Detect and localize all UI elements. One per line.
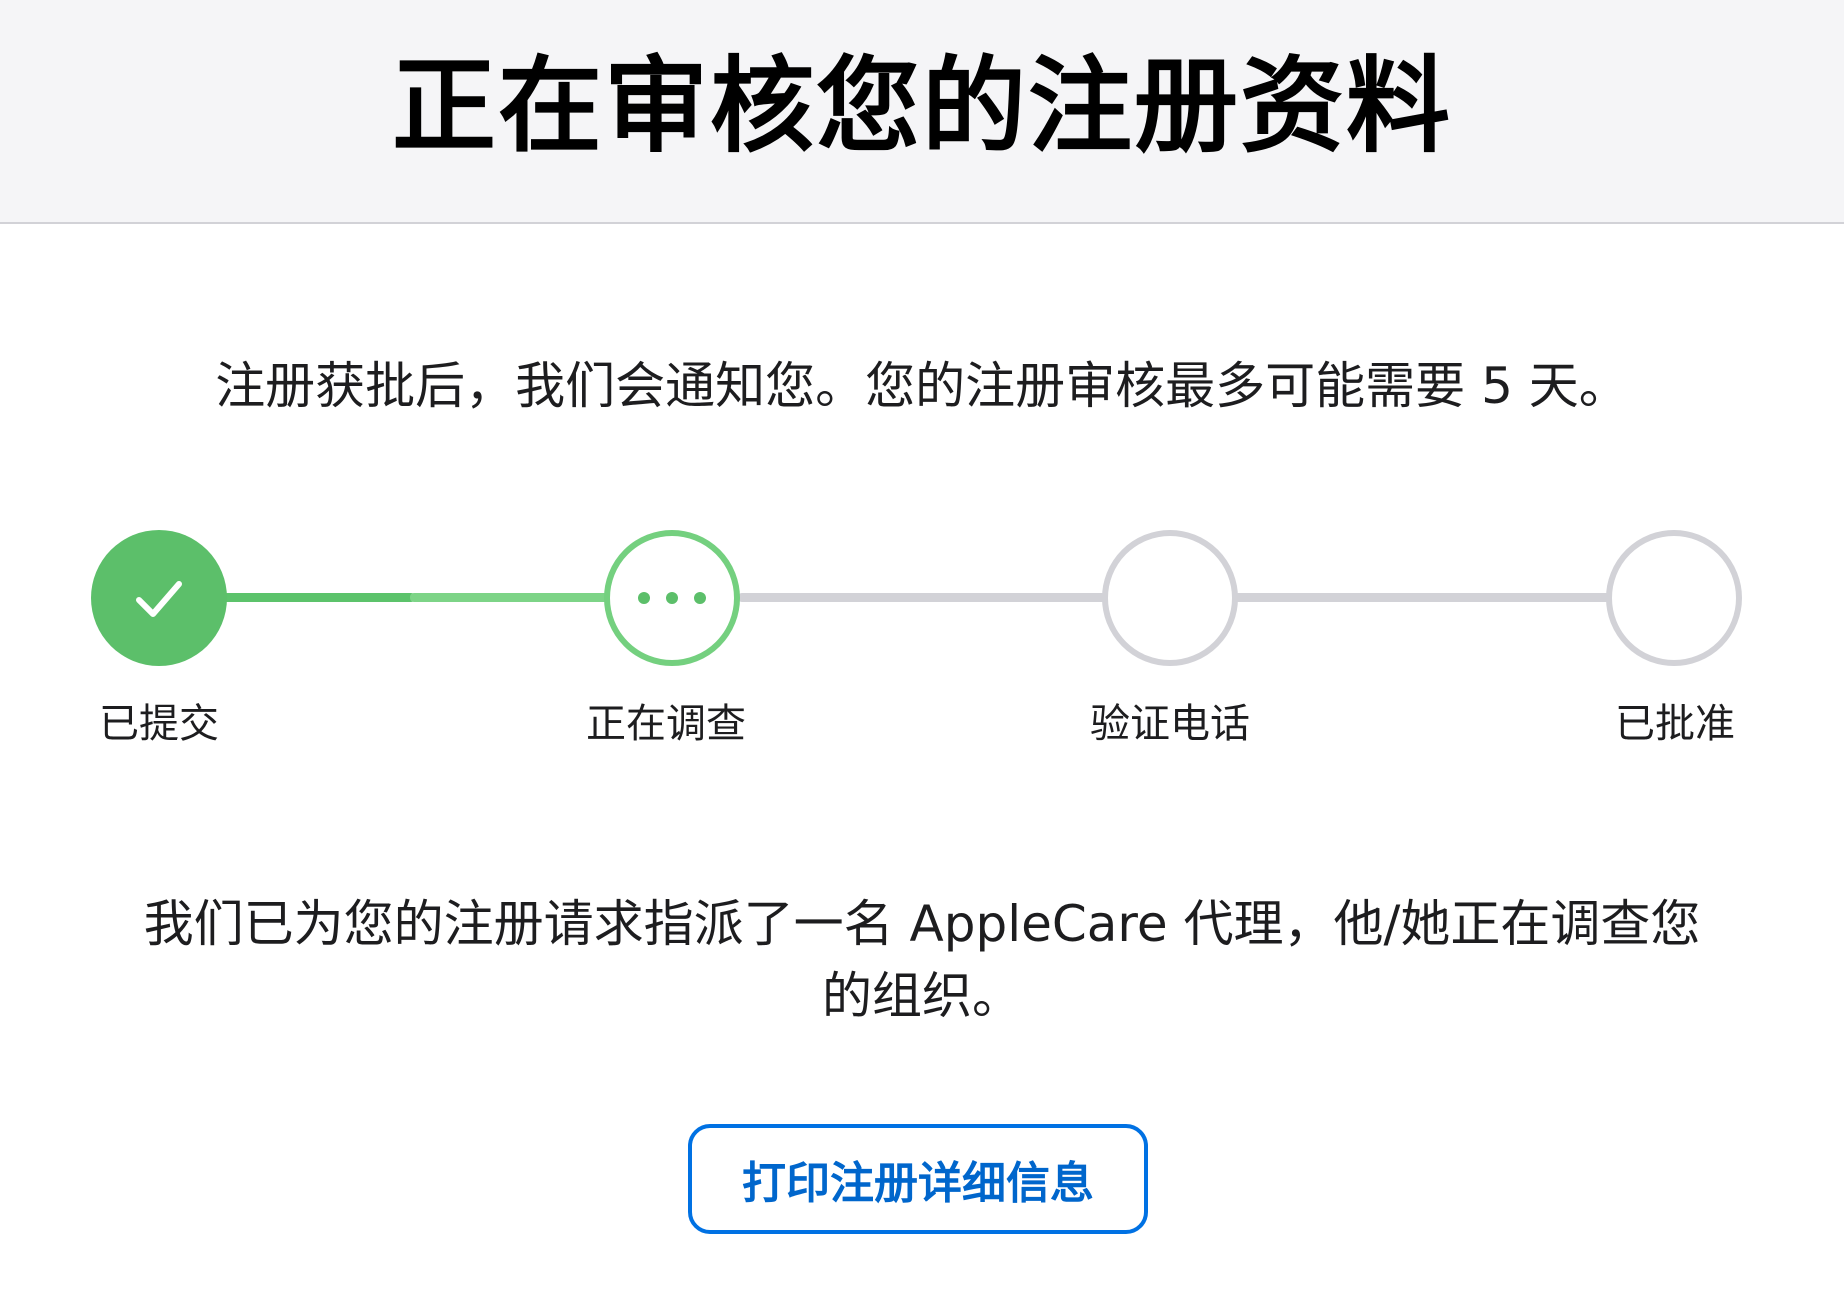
step-verify-phone-indicator <box>1102 530 1238 666</box>
progress-track-active <box>410 593 610 602</box>
step-investigating-indicator <box>604 530 740 666</box>
checkmark-icon <box>136 581 182 617</box>
progress-track-completed <box>220 593 415 602</box>
page-header: 正在审核您的注册资料 <box>0 0 1844 224</box>
print-registration-details-button[interactable]: 打印注册详细信息 <box>688 1124 1148 1234</box>
step-approved-indicator <box>1606 530 1742 666</box>
step-investigating-label: 正在调查 <box>586 701 746 747</box>
agent-assigned-message: 我们已为您的注册请求指派了一名 AppleCare 代理，他/她正在调查您的组织… <box>143 895 1701 1025</box>
ellipsis-icon <box>638 592 706 604</box>
step-submitted-indicator <box>91 530 227 666</box>
progress-track-pending <box>1234 593 1610 602</box>
review-notice: 注册获批后，我们会通知您。您的注册审核最多可能需要 5 天。 <box>215 357 1629 415</box>
step-submitted-label: 已提交 <box>99 701 219 747</box>
step-approved-label: 已批准 <box>1615 701 1735 747</box>
page-title: 正在审核您的注册资料 <box>391 45 1452 167</box>
progress-track-pending <box>738 593 1106 602</box>
step-verify-phone-label: 验证电话 <box>1090 701 1250 747</box>
